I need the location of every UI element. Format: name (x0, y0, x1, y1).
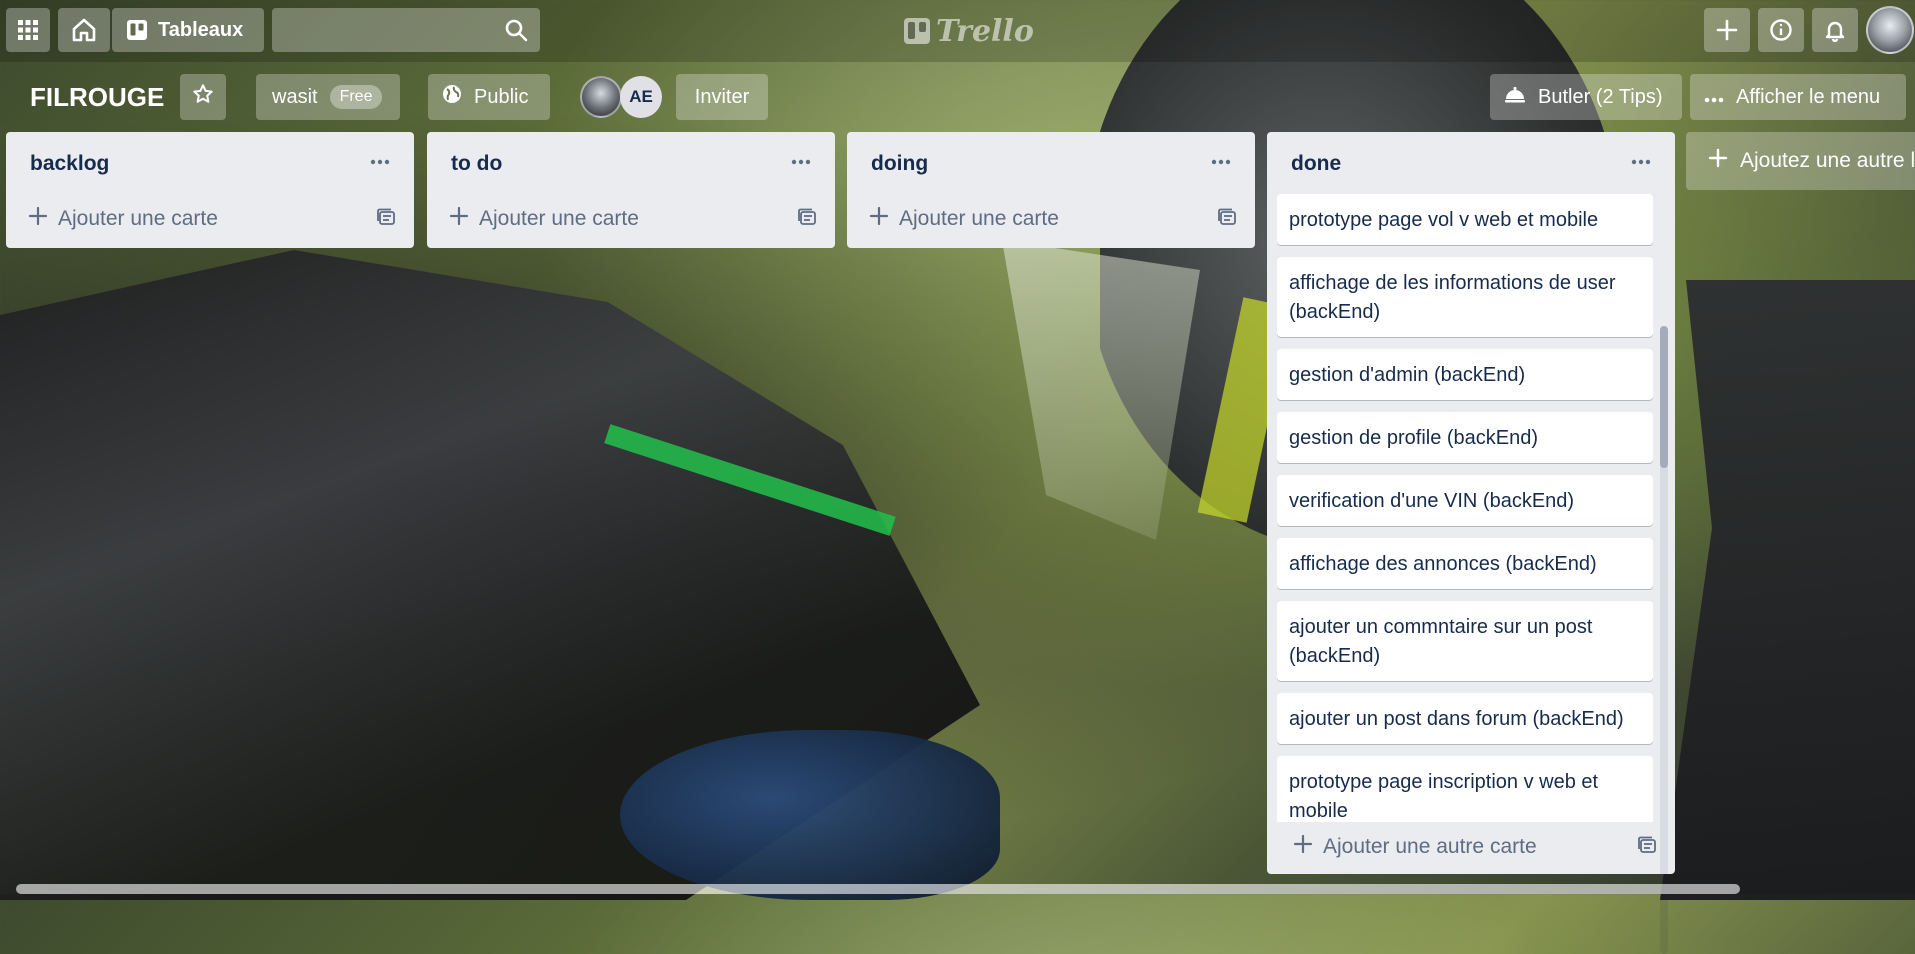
plan-badge: Free (329, 85, 383, 109)
board-horizontal-scrollbar[interactable] (16, 884, 1740, 894)
background-motorcycle (0, 250, 980, 900)
boards-label: Tableaux (158, 18, 244, 41)
background-glove (620, 730, 1000, 900)
member-avatar[interactable] (580, 76, 622, 118)
list-doing: doing Ajouter une carte (847, 132, 1255, 248)
trello-logo[interactable]: Trello (904, 12, 1034, 50)
add-card-button[interactable]: Ajouter une autre carte (1281, 826, 1549, 868)
show-menu-button[interactable]: Afficher le menu (1690, 74, 1906, 120)
star-icon (192, 83, 214, 111)
card[interactable]: ajouter un post dans forum (backEnd) (1277, 693, 1653, 744)
card-template-icon[interactable] (376, 208, 396, 231)
list-backlog: backlog Ajouter une carte (6, 132, 414, 248)
workspace-button[interactable]: wasit Free (256, 74, 400, 120)
search-box[interactable] (272, 8, 540, 52)
trello-logo-icon (904, 18, 930, 44)
card[interactable]: ajouter un commntaire sur un post (backE… (1277, 601, 1653, 681)
card[interactable]: affichage des annonces (backEnd) (1277, 538, 1653, 589)
add-card-button[interactable]: Ajouter une carte (437, 198, 651, 240)
list-more-icon[interactable] (785, 146, 817, 178)
list-header: doing (847, 132, 1255, 194)
list-more-icon[interactable] (1205, 146, 1237, 178)
boards-icon (126, 19, 148, 41)
list-footer: Ajouter une autre carte (1267, 822, 1675, 876)
card[interactable]: verification d'une VIN (backEnd) (1277, 475, 1653, 526)
list-title[interactable]: to do (451, 152, 502, 176)
add-card-button[interactable]: Ajouter une carte (857, 198, 1071, 240)
card[interactable]: prototype page vol v web et mobile (1277, 194, 1653, 245)
invite-button[interactable]: Inviter (676, 74, 768, 120)
more-icon (1704, 86, 1724, 109)
card-list: prototype page vol v web et mobile affic… (1277, 194, 1653, 822)
list-footer: Ajouter une carte (6, 194, 414, 248)
info-icon (1769, 18, 1793, 42)
visibility-label: Public (474, 85, 529, 108)
plus-icon (1293, 834, 1313, 860)
list-more-icon[interactable] (1625, 146, 1657, 178)
list-scroll-thumb[interactable] (1660, 326, 1668, 468)
show-menu-label: Afficher le menu (1736, 85, 1881, 108)
add-card-label: Ajouter une carte (58, 207, 218, 230)
list-footer: Ajouter une carte (847, 194, 1255, 248)
list-more-icon[interactable] (364, 146, 396, 178)
apps-grid-icon (17, 19, 39, 41)
visibility-button[interactable]: Public (428, 74, 550, 120)
plus-icon (449, 206, 469, 232)
add-list-button[interactable]: Ajoutez une autre liste (1686, 132, 1915, 190)
background-visor (1002, 240, 1200, 540)
list-title[interactable]: doing (871, 152, 928, 176)
add-card-label: Ajouter une autre carte (1323, 835, 1537, 858)
add-card-button[interactable]: Ajouter une carte (16, 198, 230, 240)
plus-icon (1708, 148, 1728, 174)
globe-icon (442, 84, 462, 110)
trello-logo-text: Trello (936, 13, 1034, 49)
search-input[interactable] (272, 8, 516, 52)
board-title[interactable]: FILROUGE (22, 74, 172, 120)
butler-label: Butler (2 Tips) (1538, 85, 1663, 108)
plus-icon (28, 206, 48, 232)
apps-button[interactable] (6, 8, 50, 52)
list-header: backlog (6, 132, 414, 194)
plus-icon (869, 206, 889, 232)
card-template-icon[interactable] (1637, 836, 1657, 859)
butler-bell-icon (1504, 84, 1526, 110)
background-green-stripe (604, 424, 896, 536)
notifications-button[interactable] (1812, 8, 1858, 52)
home-icon (71, 17, 97, 43)
add-card-label: Ajouter une carte (479, 207, 639, 230)
add-list-label: Ajoutez une autre liste (1740, 149, 1915, 172)
info-button[interactable] (1758, 8, 1804, 52)
boards-button[interactable]: Tableaux (112, 8, 264, 52)
list-title[interactable]: backlog (30, 152, 109, 176)
list-header: to do (427, 132, 835, 194)
top-navigation-bar: Tableaux Trello (0, 0, 1915, 62)
card[interactable]: prototype page inscription v web et mobi… (1277, 756, 1653, 822)
list-to-do: to do Ajouter une carte (427, 132, 835, 248)
list-header: done (1267, 132, 1675, 194)
card-template-icon[interactable] (797, 208, 817, 231)
board-members: AE (580, 74, 662, 120)
card-template-icon[interactable] (1217, 208, 1237, 231)
card[interactable]: affichage de les informations de user (b… (1277, 257, 1653, 337)
star-board-button[interactable] (180, 74, 226, 120)
list-done: done prototype page vol v web et mobile … (1267, 132, 1675, 954)
workspace-name: wasit (272, 85, 318, 108)
list-footer: Ajouter une carte (427, 194, 835, 248)
home-button[interactable] (58, 8, 110, 52)
plus-icon (1715, 18, 1739, 42)
create-button[interactable] (1704, 8, 1750, 52)
background-jacket (1660, 280, 1915, 900)
bell-icon (1823, 18, 1847, 42)
list-title[interactable]: done (1291, 152, 1341, 176)
card[interactable]: gestion d'admin (backEnd) (1277, 349, 1653, 400)
member-avatar-initials[interactable]: AE (620, 76, 662, 118)
butler-button[interactable]: Butler (2 Tips) (1490, 74, 1682, 120)
add-card-label: Ajouter une carte (899, 207, 1059, 230)
card[interactable]: gestion de profile (backEnd) (1277, 412, 1653, 463)
user-avatar[interactable] (1866, 6, 1914, 54)
search-icon[interactable] (504, 18, 528, 47)
